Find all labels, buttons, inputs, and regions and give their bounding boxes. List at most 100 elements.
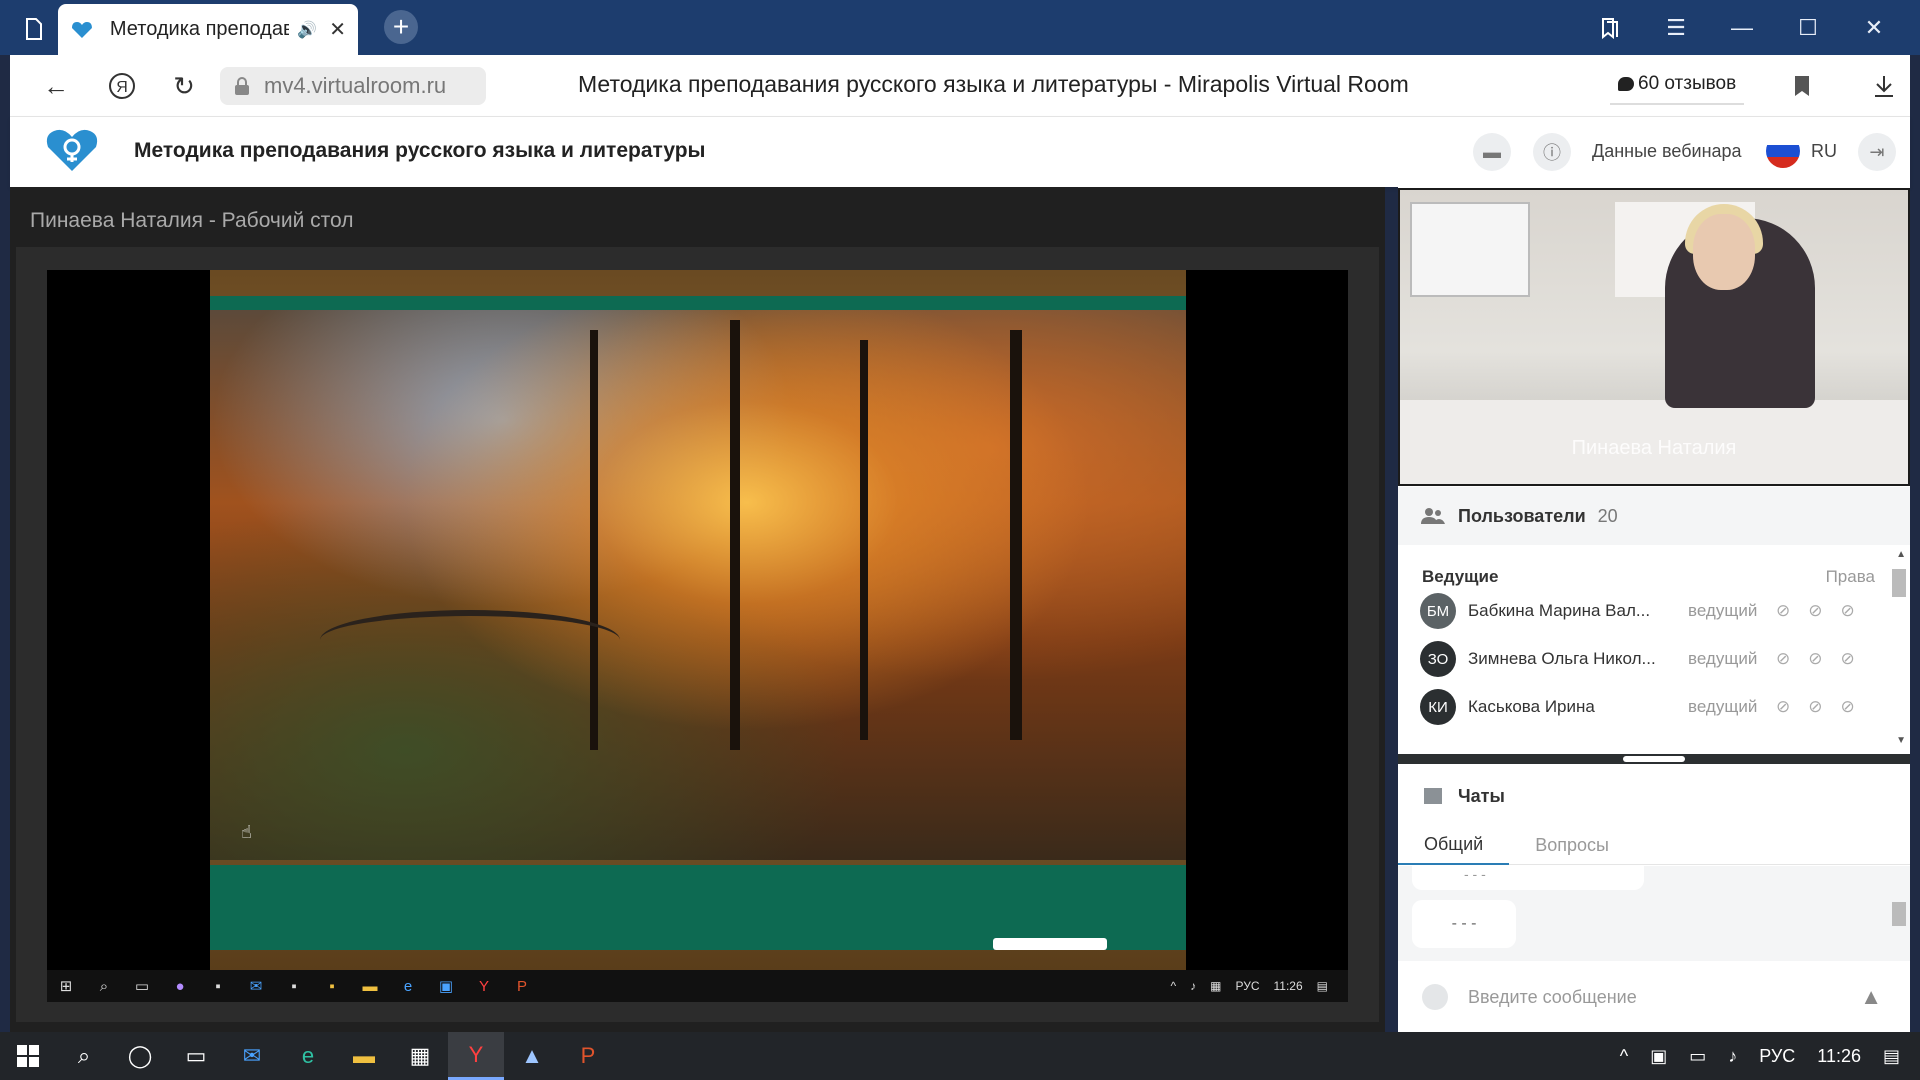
close-window-icon[interactable]: ✕ — [1852, 8, 1896, 48]
close-tab-icon[interactable]: ✕ — [329, 17, 346, 42]
send-icon[interactable]: ▲ — [1860, 984, 1882, 1010]
shared-speaker-icon: ♪ — [1190, 979, 1197, 993]
camera-off-icon[interactable]: ⊘ — [1808, 649, 1822, 669]
mic-off-icon[interactable]: ⊘ — [1776, 601, 1790, 621]
browser-tabstrip: Методика преподав 🔊 ✕ + ☰ — ☐ ✕ — [0, 0, 1920, 55]
slide-top-band — [210, 296, 1186, 310]
tab-questions[interactable]: Вопросы — [1509, 825, 1635, 865]
screen-off-icon[interactable]: ⊘ — [1841, 649, 1855, 669]
camera-off-icon[interactable]: ⊘ — [1808, 601, 1822, 621]
user-role: ведущий — [1688, 697, 1758, 716]
mic-off-icon[interactable]: ⊘ — [1776, 649, 1790, 669]
reload-icon[interactable]: ↻ — [164, 66, 204, 106]
list-item[interactable]: КИ Каськова Ирина ведущий ⊘ ⊘ ⊘ — [1398, 683, 1893, 731]
address-bar: ← Я ↻ mv4.virtualroom.ru Методика препод… — [10, 55, 1910, 117]
cortana-icon[interactable]: ◯ — [112, 1032, 168, 1080]
hand-cursor-icon: ☝ — [241, 822, 252, 842]
language-label[interactable]: RU — [1811, 141, 1837, 162]
slide-highlight-bar — [993, 938, 1107, 950]
chat-message: - - - — [1412, 900, 1516, 948]
camera-off-icon[interactable]: ⊘ — [1808, 697, 1822, 717]
screen-off-icon[interactable]: ⊘ — [1841, 697, 1855, 717]
mirapolis-favicon-icon — [71, 21, 92, 38]
scroll-up-icon[interactable]: ▲ — [1896, 549, 1906, 560]
autumn-forest-image: ▶ ◀) — [210, 310, 1186, 892]
notification-icon[interactable]: ▤ — [1883, 1046, 1900, 1067]
tray-time[interactable]: 11:26 — [1817, 1046, 1861, 1067]
scroll-down-icon[interactable]: ▼ — [1896, 735, 1906, 746]
shared-mail-icon: ✉ — [249, 978, 263, 995]
menu-icon[interactable]: ☰ — [1654, 8, 1698, 48]
edge-icon[interactable]: e — [280, 1032, 336, 1080]
chat-message: - - - — [1412, 866, 1644, 890]
shared-chevron-icon: ^ — [1170, 979, 1177, 993]
speaker-icon[interactable]: ♪ — [1728, 1046, 1737, 1067]
page-icon[interactable] — [14, 12, 54, 46]
info-icon[interactable]: ⓘ — [1533, 133, 1571, 171]
url-field[interactable]: mv4.virtualroom.ru — [220, 67, 486, 105]
yandex-icon[interactable]: Я — [102, 66, 142, 106]
users-scrollbar[interactable] — [1892, 569, 1906, 597]
download-icon[interactable] — [1864, 66, 1904, 106]
bookmarks-icon[interactable] — [1588, 8, 1632, 48]
tab-general[interactable]: Общий — [1398, 825, 1510, 865]
exit-icon[interactable]: ⇥ — [1858, 133, 1896, 171]
russian-flag-icon[interactable] — [1766, 134, 1800, 168]
avatar: КИ — [1420, 689, 1456, 725]
user-name: Каськова Ирина — [1468, 697, 1595, 716]
network-icon[interactable]: ▭ — [1689, 1046, 1706, 1067]
right-panel: Пинаева Наталия Пользователи 20 Ведущие … — [1398, 187, 1910, 1032]
task-view-icon[interactable]: ▭ — [168, 1032, 224, 1080]
shared-app-icon: ▪ — [215, 977, 221, 995]
tray-lang[interactable]: РУС — [1759, 1046, 1795, 1067]
bookmark-icon[interactable] — [1782, 66, 1822, 106]
chat-messages: - - - - - - — [1398, 866, 1910, 961]
screen-share-stage: Пинаева Наталия - Рабочий стол ▶ ◀) — [10, 187, 1385, 1032]
reviews-label: 60 отзывов — [1638, 73, 1737, 94]
resize-handle[interactable] — [1623, 756, 1685, 762]
maximize-icon[interactable]: ☐ — [1786, 8, 1830, 48]
app-icon[interactable]: ▲ — [504, 1032, 560, 1080]
camera-icon[interactable]: ▣ — [1650, 1046, 1667, 1067]
poster-image — [1410, 202, 1530, 297]
user-name: Бабкина Марина Вал... — [1468, 601, 1651, 620]
tree-trunk — [730, 320, 740, 750]
start-icon[interactable] — [0, 1032, 56, 1080]
reviews-button[interactable]: 60 отзывов — [1610, 65, 1745, 105]
folder-icon[interactable]: ▬ — [1473, 133, 1511, 171]
chats-title: Чаты — [1458, 785, 1505, 806]
chats-header[interactable]: Чаты — [1398, 767, 1910, 825]
app-header: Методика преподавания русского языка и л… — [10, 117, 1910, 187]
message-input[interactable]: Введите сообщение ▲ — [1398, 962, 1910, 1032]
minimize-icon[interactable]: — — [1720, 8, 1764, 48]
lock-icon — [235, 77, 249, 95]
mic-off-icon[interactable]: ⊘ — [1776, 697, 1790, 717]
shared-cortana-icon: ● — [175, 977, 185, 995]
list-item[interactable]: БМ Бабкина Марина Вал... ведущий ⊘ ⊘ ⊘ — [1398, 587, 1893, 635]
new-tab-button[interactable]: + — [384, 10, 418, 44]
webinar-data-link[interactable]: Данные вебинара — [1592, 141, 1742, 162]
speaker-icon[interactable]: 🔊 — [297, 20, 317, 40]
emoji-icon[interactable] — [1422, 984, 1448, 1010]
folder-icon[interactable]: ▬ — [336, 1032, 392, 1080]
system-tray: ^ ▣ ▭ ♪ РУС 11:26 ▤ — [1620, 1032, 1900, 1080]
yandex-browser-icon[interactable]: Y — [448, 1032, 504, 1080]
store-icon[interactable]: ▦ — [392, 1032, 448, 1080]
users-count: 20 — [1597, 505, 1618, 526]
back-icon[interactable]: ← — [36, 66, 76, 106]
comment-icon — [1618, 77, 1634, 91]
users-header[interactable]: Пользователи 20 — [1398, 487, 1910, 545]
browser-tab[interactable]: Методика преподав 🔊 ✕ — [58, 4, 358, 55]
chevron-up-icon[interactable]: ^ — [1620, 1046, 1628, 1067]
search-icon[interactable]: ⌕ — [56, 1032, 112, 1080]
powerpoint-icon[interactable]: P — [560, 1032, 616, 1080]
mail-icon[interactable]: ✉ — [224, 1032, 280, 1080]
presentation-slide: ▶ ◀) — [210, 270, 1186, 970]
screen-off-icon[interactable]: ⊘ — [1841, 601, 1855, 621]
list-item[interactable]: ЗО Зимнева Ольга Никол... ведущий ⊘ ⊘ ⊘ — [1398, 635, 1893, 683]
avatar: ЗО — [1420, 641, 1456, 677]
message-placeholder: Введите сообщение — [1468, 986, 1637, 1007]
shared-folder-icon: ▬ — [362, 977, 378, 995]
windows-taskbar: ⌕ ◯ ▭ ✉ e ▬ ▦ Y ▲ P ^ ▣ ▭ ♪ РУС 11:26 ▤ — [0, 1032, 1920, 1080]
chat-scrollbar[interactable] — [1892, 902, 1906, 926]
